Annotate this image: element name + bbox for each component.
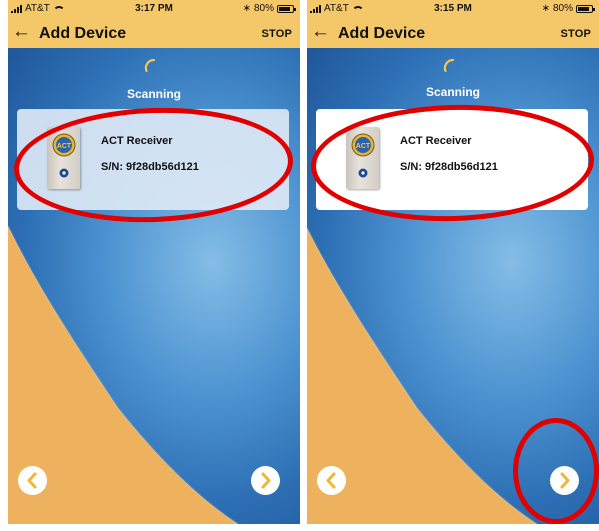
spinner-icon — [443, 58, 455, 73]
device-serial: S/N: 9f28db56d121 — [101, 161, 199, 173]
chevron-right-icon — [261, 472, 271, 489]
screen-divider — [300, 0, 307, 531]
page-title: Add Device — [338, 25, 426, 42]
nav-bar: ← Add Device STOP — [307, 18, 599, 48]
spinner-icon — [144, 58, 156, 73]
device-name: ACT Receiver — [400, 135, 472, 147]
phone-screen-right: AT&T 3:15 PM ∗ 80% ← Add Device STOP Sca… — [307, 0, 599, 524]
chevron-right-icon — [560, 472, 570, 489]
battery-icon — [576, 4, 595, 13]
battery-percent: 80% — [552, 3, 573, 14]
status-bar: AT&T 3:17 PM ∗ 80% — [8, 0, 300, 18]
phone-screen-left: AT&T 3:17 PM ∗ 80% ← Add Device STOP Sca… — [8, 0, 300, 524]
next-button[interactable] — [550, 466, 579, 495]
stop-button[interactable]: STOP — [261, 28, 292, 40]
content-area: Scanning ACT ACT Receiver S/N: 9f28db56d… — [307, 48, 599, 524]
svg-text:ACT: ACT — [57, 143, 72, 150]
device-serial: S/N: 9f28db56d121 — [400, 161, 498, 173]
previous-button[interactable] — [18, 466, 47, 495]
chevron-left-icon — [326, 472, 336, 489]
battery-percent: 80% — [253, 3, 274, 14]
bluetooth-icon: ∗ — [242, 3, 251, 14]
device-logo-icon: ACT — [346, 127, 379, 189]
content-area: Scanning ACT ACT Receiver S/N: 9f28db56d… — [8, 48, 300, 524]
next-button[interactable] — [251, 466, 280, 495]
device-logo-icon: ACT — [47, 127, 80, 189]
status-bar: AT&T 3:15 PM ∗ 80% — [307, 0, 599, 18]
device-name: ACT Receiver — [101, 135, 173, 147]
stop-button[interactable]: STOP — [560, 28, 591, 40]
scanning-label: Scanning — [425, 85, 480, 99]
back-arrow-icon[interactable]: ← — [12, 20, 31, 44]
chevron-left-icon — [27, 472, 37, 489]
battery-icon — [277, 4, 296, 13]
nav-bar: ← Add Device STOP — [8, 18, 300, 48]
bluetooth-icon: ∗ — [541, 3, 550, 14]
page-title: Add Device — [39, 25, 127, 42]
scanning-label: Scanning — [126, 87, 181, 101]
svg-text:ACT: ACT — [356, 143, 371, 150]
back-arrow-icon[interactable]: ← — [311, 20, 330, 44]
device-card[interactable]: ACT ACT Receiver S/N: 9f28db56d121 — [17, 109, 289, 210]
previous-button[interactable] — [317, 466, 346, 495]
device-card[interactable]: ACT ACT Receiver S/N: 9f28db56d121 — [316, 109, 588, 210]
